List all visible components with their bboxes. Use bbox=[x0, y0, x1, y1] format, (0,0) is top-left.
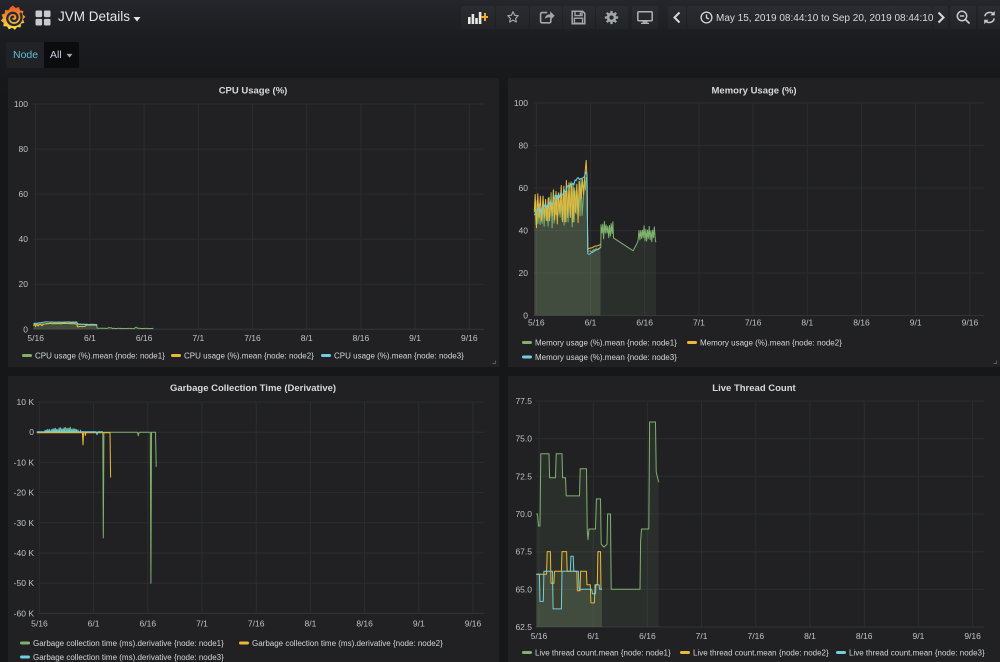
svg-text:5/16: 5/16 bbox=[528, 318, 545, 328]
svg-text:Garbage collection time (ms).d: Garbage collection time (ms).derivative … bbox=[252, 639, 443, 648]
svg-text:9/1: 9/1 bbox=[912, 631, 924, 641]
svg-text:62.5: 62.5 bbox=[515, 622, 532, 632]
svg-text:-10 K: -10 K bbox=[14, 457, 35, 467]
svg-text:0: 0 bbox=[523, 311, 528, 321]
svg-text:0: 0 bbox=[23, 324, 28, 334]
svg-text:6/16: 6/16 bbox=[639, 631, 656, 641]
svg-text:20: 20 bbox=[519, 268, 529, 278]
svg-text:Garbage collection time (ms).d: Garbage collection time (ms).derivative … bbox=[33, 639, 224, 648]
svg-text:5/16: 5/16 bbox=[31, 619, 48, 629]
svg-text:100: 100 bbox=[514, 98, 528, 108]
svg-text:Live thread count.mean {node:: Live thread count.mean {node: node3} bbox=[849, 649, 985, 658]
svg-text:7/1: 7/1 bbox=[696, 631, 708, 641]
svg-text:70.0: 70.0 bbox=[515, 509, 532, 519]
svg-text:6/16: 6/16 bbox=[140, 619, 157, 629]
svg-text:100: 100 bbox=[14, 99, 28, 109]
svg-text:6/1: 6/1 bbox=[585, 318, 597, 328]
svg-text:Garbage Collection Time (Deriv: Garbage Collection Time (Derivative) bbox=[170, 383, 336, 394]
svg-text:10 K: 10 K bbox=[17, 397, 35, 407]
svg-text:80: 80 bbox=[519, 141, 529, 151]
svg-text:7/16: 7/16 bbox=[244, 333, 261, 343]
svg-text:-40 K: -40 K bbox=[14, 548, 35, 558]
svg-text:6/1: 6/1 bbox=[587, 631, 599, 641]
svg-text:Live thread count.mean {node:: Live thread count.mean {node: node2} bbox=[693, 649, 829, 658]
svg-text:40: 40 bbox=[19, 234, 29, 244]
svg-text:75.0: 75.0 bbox=[515, 434, 532, 444]
svg-text:6/16: 6/16 bbox=[636, 318, 653, 328]
svg-text:7/1: 7/1 bbox=[196, 619, 208, 629]
svg-text:9/16: 9/16 bbox=[465, 619, 482, 629]
svg-text:Garbage collection time (ms).d: Garbage collection time (ms).derivative … bbox=[33, 653, 224, 662]
svg-text:CPU usage (%).mean {node: node: CPU usage (%).mean {node: node3} bbox=[334, 352, 464, 361]
svg-text:6/16: 6/16 bbox=[136, 333, 153, 343]
svg-text:Memory usage (%).mean {node: n: Memory usage (%).mean {node: node3} bbox=[535, 353, 677, 362]
svg-text:8/16: 8/16 bbox=[356, 619, 373, 629]
svg-text:72.5: 72.5 bbox=[515, 471, 532, 481]
svg-text:7/1: 7/1 bbox=[192, 333, 204, 343]
svg-text:9/1: 9/1 bbox=[910, 318, 922, 328]
svg-text:80: 80 bbox=[19, 144, 29, 154]
svg-text:CPU usage (%).mean {node: node: CPU usage (%).mean {node: node1} bbox=[35, 352, 165, 361]
svg-text:7/16: 7/16 bbox=[745, 318, 762, 328]
svg-text:0: 0 bbox=[29, 427, 34, 437]
svg-text:5/16: 5/16 bbox=[27, 333, 44, 343]
svg-text:8/16: 8/16 bbox=[856, 631, 873, 641]
svg-text:-60 K: -60 K bbox=[14, 608, 35, 618]
svg-text:9/16: 9/16 bbox=[461, 333, 478, 343]
svg-text:8/16: 8/16 bbox=[353, 333, 370, 343]
svg-text:60: 60 bbox=[519, 183, 529, 193]
svg-text:6/1: 6/1 bbox=[84, 333, 96, 343]
svg-text:9/1: 9/1 bbox=[413, 619, 425, 629]
svg-text:67.5: 67.5 bbox=[515, 547, 532, 557]
svg-text:8/1: 8/1 bbox=[301, 333, 313, 343]
svg-text:8/1: 8/1 bbox=[801, 318, 813, 328]
svg-text:65.0: 65.0 bbox=[515, 584, 532, 594]
svg-text:CPU usage (%).mean {node: node: CPU usage (%).mean {node: node2} bbox=[184, 352, 314, 361]
svg-text:6/1: 6/1 bbox=[88, 619, 100, 629]
svg-text:9/1: 9/1 bbox=[409, 333, 421, 343]
svg-text:Memory usage (%).mean {node: n: Memory usage (%).mean {node: node2} bbox=[700, 339, 842, 348]
svg-text:7/16: 7/16 bbox=[248, 619, 265, 629]
svg-text:5/16: 5/16 bbox=[531, 631, 548, 641]
svg-text:CPU Usage (%): CPU Usage (%) bbox=[219, 86, 288, 97]
svg-text:Memory Usage (%): Memory Usage (%) bbox=[712, 86, 797, 97]
svg-text:77.5: 77.5 bbox=[515, 396, 532, 406]
svg-text:Live thread count.mean {node:: Live thread count.mean {node: node1} bbox=[535, 649, 671, 658]
svg-text:8/16: 8/16 bbox=[853, 318, 870, 328]
svg-text:8/1: 8/1 bbox=[304, 619, 316, 629]
svg-text:-30 K: -30 K bbox=[14, 518, 35, 528]
svg-text:-50 K: -50 K bbox=[14, 578, 35, 588]
svg-text:9/16: 9/16 bbox=[962, 318, 979, 328]
svg-text:Memory usage (%).mean {node: n: Memory usage (%).mean {node: node1} bbox=[535, 339, 677, 348]
svg-text:7/1: 7/1 bbox=[693, 318, 705, 328]
svg-text:40: 40 bbox=[519, 226, 529, 236]
svg-text:9/16: 9/16 bbox=[964, 631, 981, 641]
svg-text:8/1: 8/1 bbox=[804, 631, 816, 641]
svg-text:-20 K: -20 K bbox=[14, 488, 35, 498]
svg-text:20: 20 bbox=[19, 279, 29, 289]
svg-text:Live Thread Count: Live Thread Count bbox=[712, 383, 796, 394]
svg-text:7/16: 7/16 bbox=[748, 631, 765, 641]
svg-text:60: 60 bbox=[19, 189, 29, 199]
